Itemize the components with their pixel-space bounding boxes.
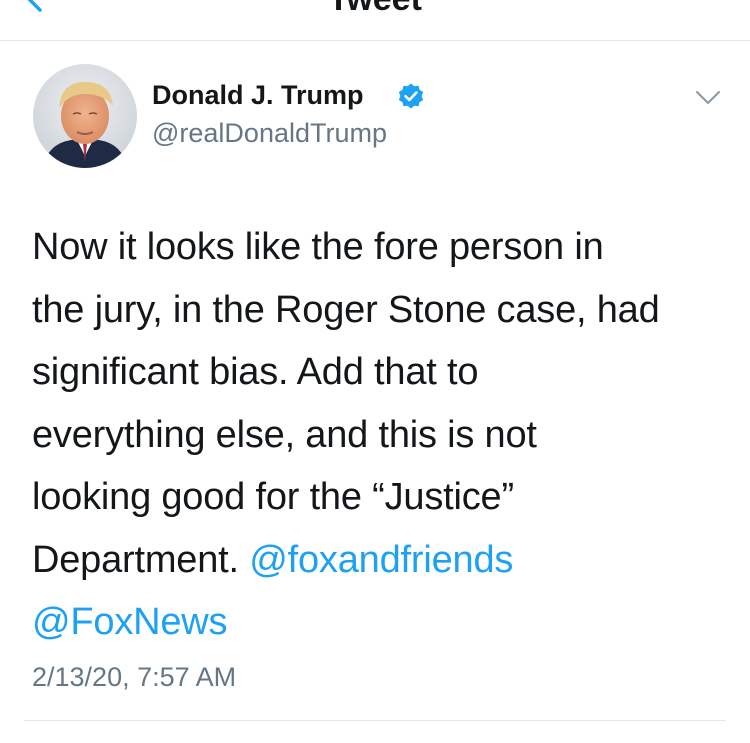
- tweet-text-line: everything else, and this is not: [32, 413, 537, 456]
- tweet-text-line-with-mention: @FoxNews: [32, 591, 732, 654]
- author-handle[interactable]: @realDonaldTrump: [152, 118, 387, 149]
- tweet-text-fragment: Department.: [32, 538, 250, 581]
- tweet-text: Now it looks like the fore person in the…: [32, 216, 732, 654]
- tweet-text-line: looking good for the “Justice”: [32, 476, 514, 518]
- page-title: Tweet: [0, 0, 750, 19]
- tweet-timestamp: 2/13/20, 7:57 AM: [32, 662, 237, 692]
- verified-badge-icon: [397, 82, 425, 110]
- tweet-menu-button[interactable]: [692, 86, 724, 110]
- tweet-text-line: Now it looks like the fore person in: [32, 226, 604, 268]
- profile-photo: [33, 64, 137, 168]
- tweet-text-line: the jury, in the Roger Stone case, had: [32, 288, 660, 331]
- tweet-text-line-with-mention: Department. @foxandfriends: [32, 529, 732, 592]
- mention-link-foxandfriends[interactable]: @foxandfriends: [249, 539, 513, 581]
- chevron-down-icon: [696, 91, 720, 104]
- avatar[interactable]: [33, 64, 137, 168]
- divider: [24, 720, 726, 721]
- navigation-bar: Tweet: [0, 0, 750, 41]
- author-display-name[interactable]: Donald J. Trump: [152, 80, 364, 111]
- tweet-text-line: significant bias. Add that to: [32, 351, 479, 393]
- mention-link-foxnews[interactable]: @FoxNews: [32, 601, 228, 643]
